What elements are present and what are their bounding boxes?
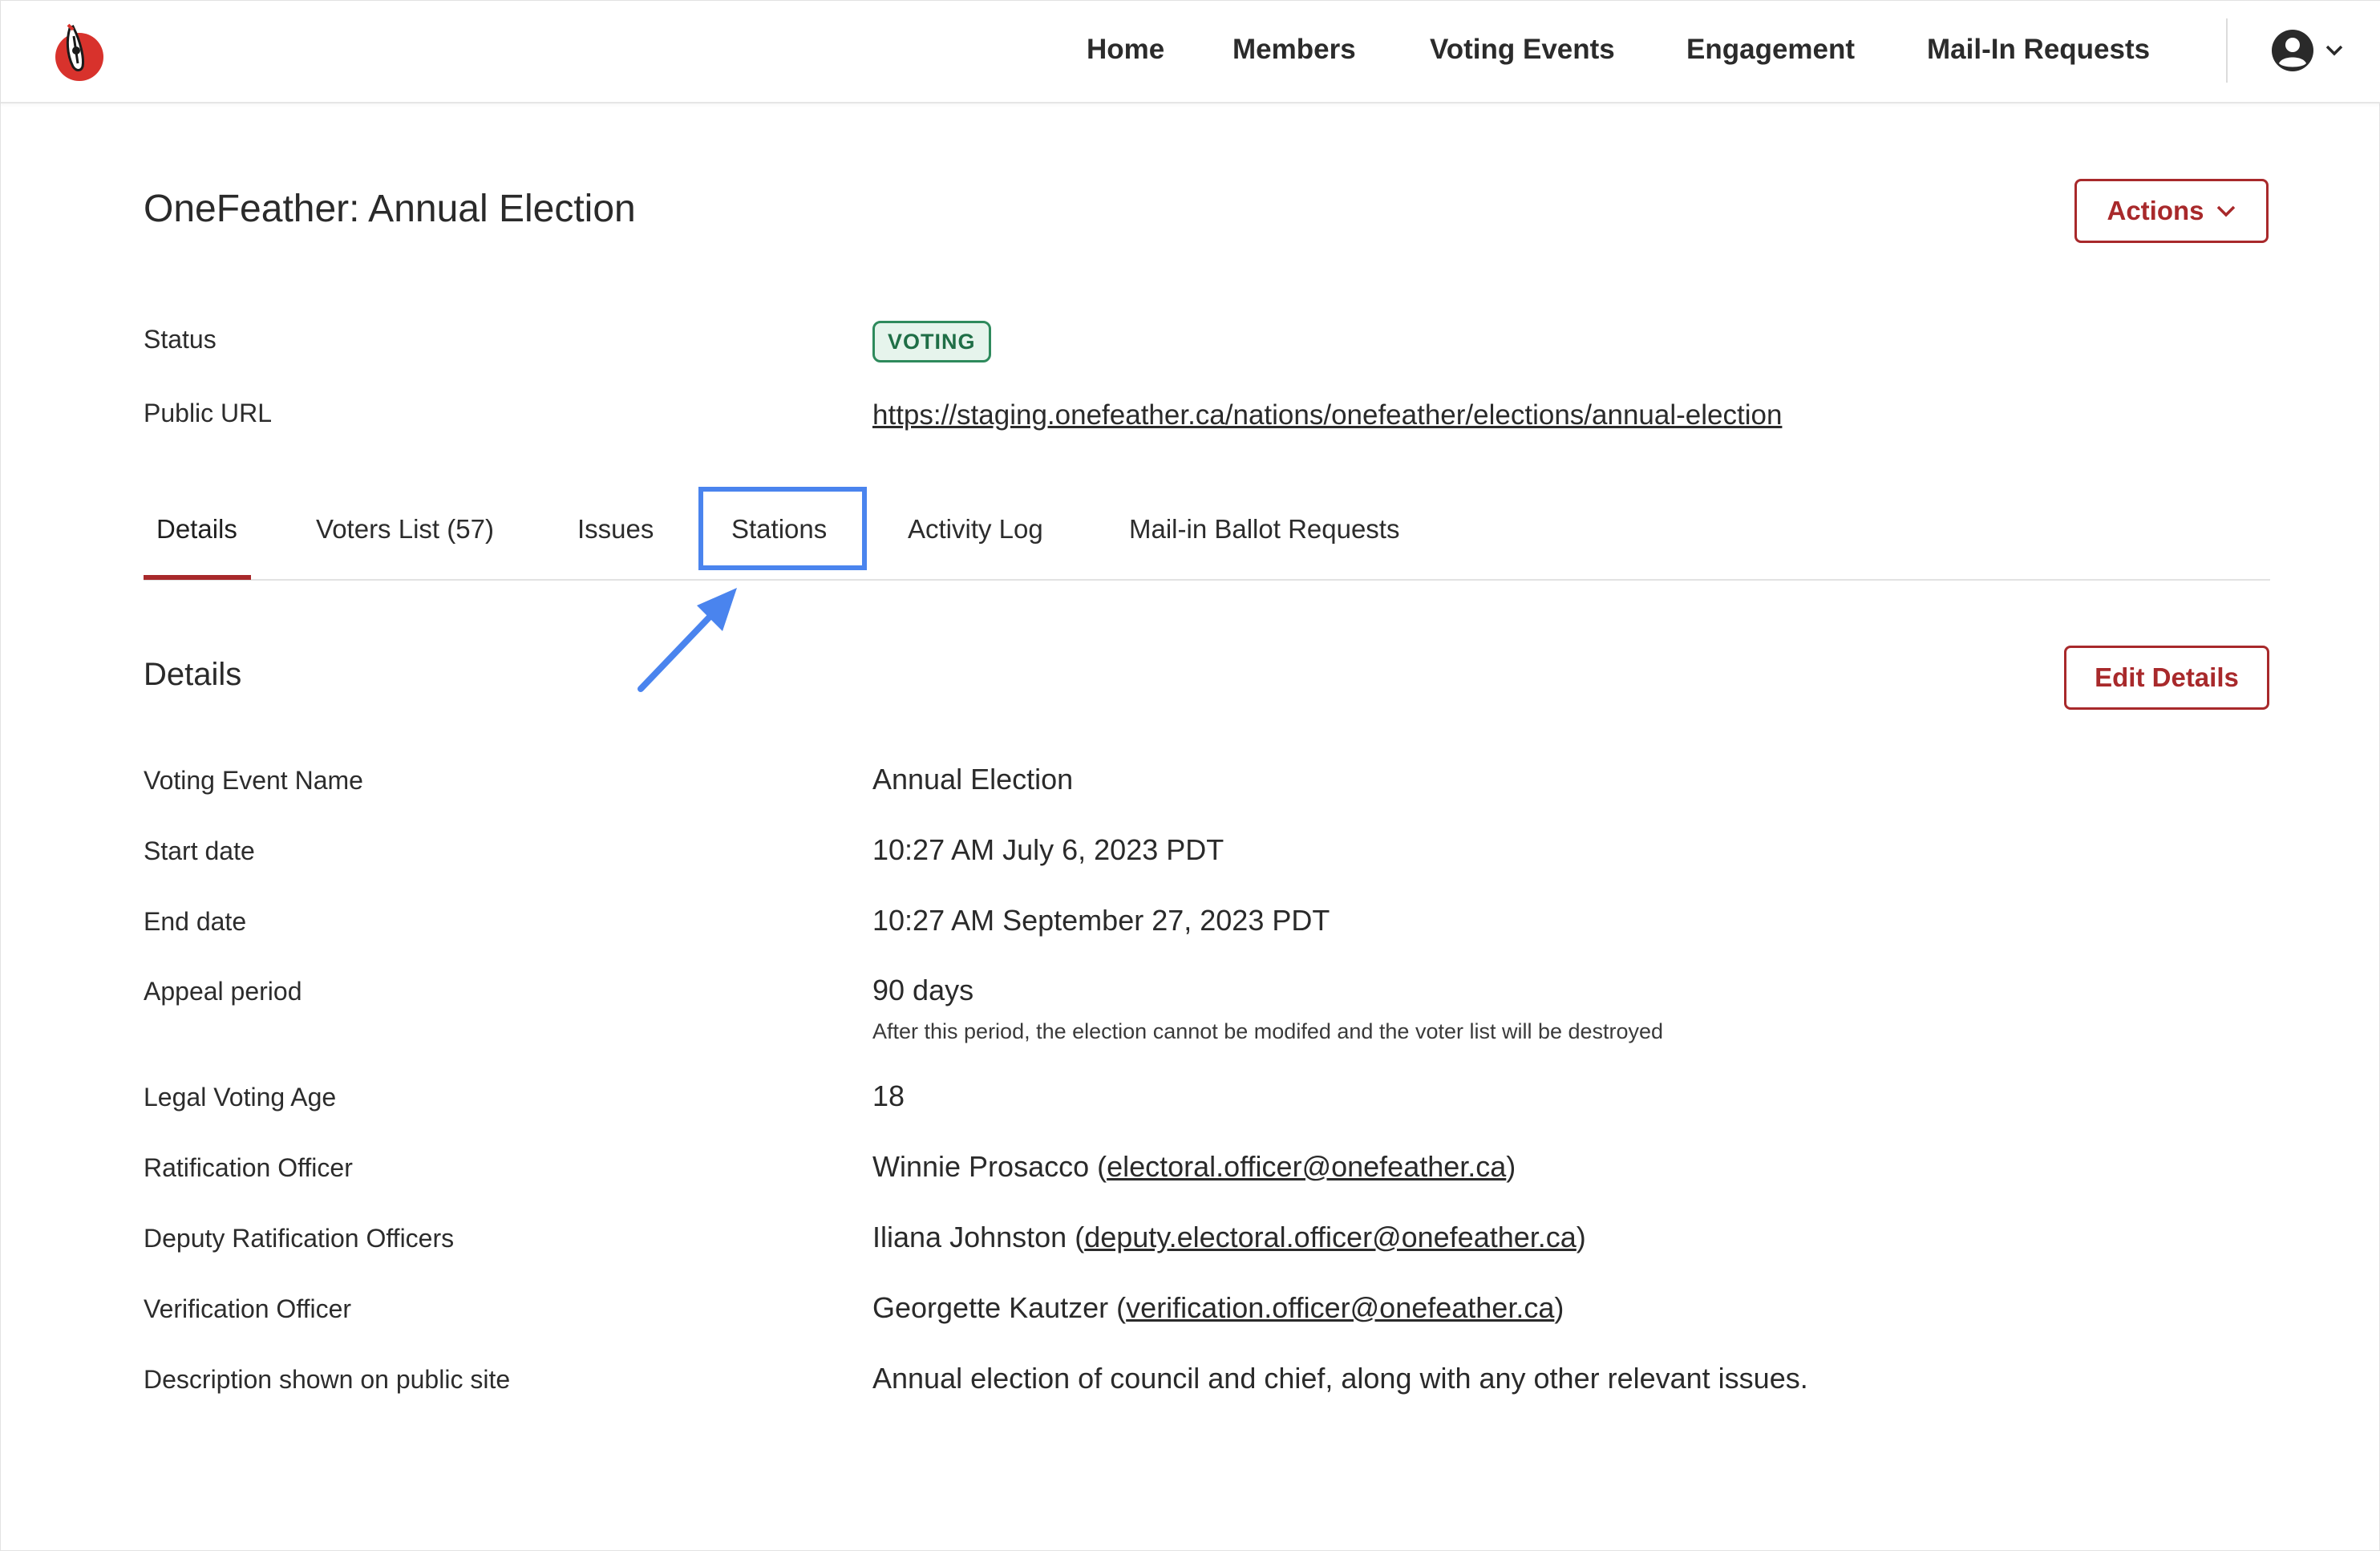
legal-voting-age-label: Legal Voting Age xyxy=(144,1083,337,1112)
appeal-period-label: Appeal period xyxy=(144,977,302,1006)
ratification-officer-label: Ratification Officer xyxy=(144,1153,353,1182)
actions-label: Actions xyxy=(2107,196,2204,225)
nav-home[interactable]: Home xyxy=(1087,30,1164,70)
verification-officer-label: Verification Officer xyxy=(144,1294,352,1323)
tab-activity-log[interactable]: Activity Log xyxy=(908,511,1043,548)
edit-details-button[interactable]: Edit Details xyxy=(2064,646,2269,710)
details-section-title: Details xyxy=(144,657,242,692)
voting-event-name-value: Annual Election xyxy=(872,763,1074,796)
deputy-ratification-officers-label: Deputy Ratification Officers xyxy=(144,1224,455,1253)
officer-name: Iliana Johnston xyxy=(872,1221,1067,1253)
tab-details[interactable]: Details xyxy=(156,511,237,548)
status-label: Status xyxy=(144,325,217,354)
app-window: Home Members Voting Events Engagement Ma… xyxy=(0,0,2380,1551)
description-value: Annual election of council and chief, al… xyxy=(872,1362,1808,1395)
start-date-value: 10:27 AM July 6, 2023 PDT xyxy=(872,833,1224,866)
voting-event-name-label: Voting Event Name xyxy=(144,766,363,795)
appeal-period-note: After this period, the election cannot b… xyxy=(872,1019,1664,1043)
public-url-label: Public URL xyxy=(144,399,273,427)
end-date-value: 10:27 AM September 27, 2023 PDT xyxy=(872,904,1330,937)
tab-stations[interactable]: Stations xyxy=(731,511,827,548)
user-circle-icon xyxy=(2272,30,2313,71)
officer-name: Winnie Prosacco xyxy=(872,1150,1090,1183)
officer-email-link[interactable]: electoral.officer@onefeather.ca xyxy=(1107,1150,1506,1183)
nav-engagement[interactable]: Engagement xyxy=(1686,30,1855,70)
account-menu[interactable] xyxy=(2270,28,2350,73)
arrow-icon xyxy=(638,588,737,692)
page-title: OneFeather: Annual Election xyxy=(144,188,636,230)
onefeather-logo-icon[interactable] xyxy=(49,18,107,84)
officer-email-link[interactable]: verification.officer@onefeather.ca xyxy=(1126,1291,1554,1324)
description-label: Description shown on public site xyxy=(144,1365,511,1394)
nav-mail-in-requests[interactable]: Mail-In Requests xyxy=(1927,30,2150,70)
legal-voting-age-value: 18 xyxy=(872,1079,905,1112)
nav-divider xyxy=(2226,18,2228,83)
chevron-down-icon xyxy=(2325,45,2343,56)
verification-officer-value: Georgette Kautzer (verification.officer@… xyxy=(872,1291,1564,1324)
tab-voters-list[interactable]: Voters List (57) xyxy=(316,511,494,548)
deputy-ratification-officers-value: Iliana Johnston (deputy.electoral.office… xyxy=(872,1221,1586,1253)
end-date-label: End date xyxy=(144,907,247,936)
tab-mail-in-ballot-requests[interactable]: Mail-in Ballot Requests xyxy=(1129,511,1399,548)
appeal-period-value: 90 days xyxy=(872,974,974,1006)
officer-name: Georgette Kautzer xyxy=(872,1291,1109,1324)
chevron-down-icon xyxy=(2216,205,2235,217)
ratification-officer-value: Winnie Prosacco (electoral.officer@onefe… xyxy=(872,1150,1516,1183)
tabs-divider xyxy=(144,579,2270,581)
nav-voting-events[interactable]: Voting Events xyxy=(1430,30,1615,70)
top-navbar: Home Members Voting Events Engagement Ma… xyxy=(1,1,2380,103)
nav-members[interactable]: Members xyxy=(1232,30,1356,70)
officer-email-link[interactable]: deputy.electoral.officer@onefeather.ca xyxy=(1084,1221,1577,1253)
public-url-link[interactable]: https://staging.onefeather.ca/nations/on… xyxy=(872,395,1782,435)
active-tab-indicator xyxy=(144,575,251,580)
actions-button[interactable]: Actions xyxy=(2074,179,2269,243)
tab-issues[interactable]: Issues xyxy=(577,511,654,548)
status-badge: VOTING xyxy=(872,321,991,362)
start-date-label: Start date xyxy=(144,836,255,865)
